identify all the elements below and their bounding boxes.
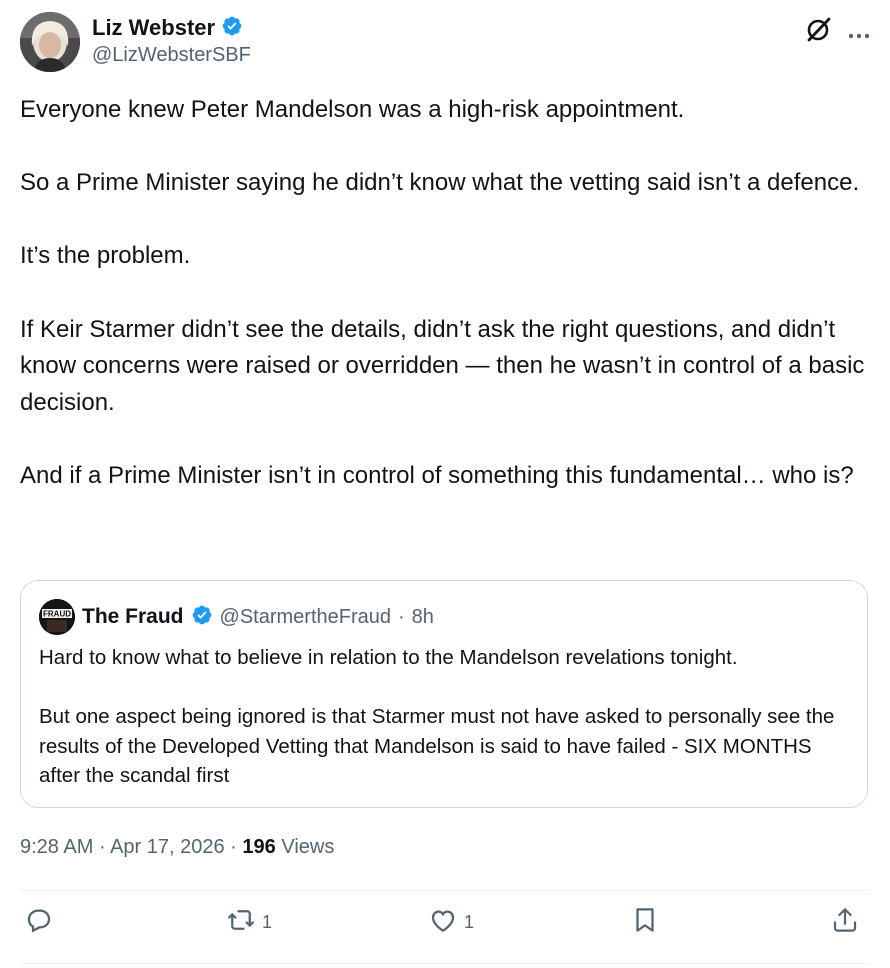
tweet-paragraph: So a Prime Minister saying he didn’t kno…: [20, 169, 860, 197]
like-count: 1: [464, 912, 475, 932]
quoted-author-name[interactable]: The Fraud: [82, 605, 184, 629]
views-count: 196: [242, 836, 276, 858]
quoted-author-avatar[interactable]: FRAUD: [39, 599, 75, 635]
meta-separator: ·: [98, 836, 106, 858]
tweet-paragraph: It’s the problem.: [20, 242, 191, 270]
retweet-count: 1: [262, 912, 273, 932]
more-icon[interactable]: [848, 22, 870, 42]
quoted-paragraph: Hard to know what to believe in relation…: [39, 646, 738, 669]
share-icon: [830, 905, 860, 940]
reply-icon: [24, 905, 54, 940]
tweet-time[interactable]: 9:28 AM: [20, 836, 93, 858]
tweet-paragraph: Everyone knew Peter Mandelson was a high…: [20, 96, 685, 123]
tweet-meta: 9:28 AM · Apr 17, 2026 · 196 Views: [20, 836, 334, 859]
author-name[interactable]: Liz Webster: [92, 15, 215, 41]
quoted-separator: ·: [398, 605, 405, 628]
meta-separator: ·: [230, 836, 237, 858]
author-info: Liz Webster @LizWebsterSBF: [92, 14, 251, 67]
bookmark-icon: [630, 905, 660, 940]
grok-icon[interactable]: [804, 14, 834, 49]
views-label: Views: [281, 836, 335, 858]
retweet-icon: [226, 905, 256, 940]
quoted-timestamp[interactable]: 8h: [412, 606, 434, 629]
tweet-paragraph: If Keir Starmer didn’t see the details, …: [20, 315, 865, 416]
heart-icon: [428, 905, 458, 940]
tweet-paragraph: And if a Prime Minister isn’t in control…: [20, 461, 854, 489]
share-button[interactable]: [830, 905, 866, 940]
divider: [20, 963, 870, 964]
quoted-paragraph: But one aspect being ignored is that Sta…: [39, 705, 835, 787]
tweet-text: Everyone knew Peter Mandelson was a high…: [20, 92, 870, 495]
tweet-header: Liz Webster @LizWebsterSBF: [20, 12, 870, 76]
action-bar: 1 1: [20, 905, 870, 953]
verified-badge-icon: [221, 15, 243, 42]
quoted-avatar-text: FRAUD: [43, 610, 71, 619]
quoted-tweet-header: FRAUD The Fraud @StarmertheFraud · 8h: [39, 599, 434, 635]
quoted-verified-badge-icon: [191, 604, 213, 631]
header-actions: [804, 14, 870, 49]
divider: [20, 890, 870, 891]
quoted-tweet-text: Hard to know what to believe in relation…: [39, 643, 849, 791]
tweet-date[interactable]: Apr 17, 2026: [110, 836, 225, 858]
author-avatar[interactable]: [20, 12, 80, 72]
quoted-author-handle[interactable]: @StarmertheFraud: [220, 606, 391, 629]
author-handle[interactable]: @LizWebsterSBF: [92, 44, 251, 67]
retweet-button[interactable]: 1: [226, 905, 272, 940]
reply-button[interactable]: [24, 905, 60, 940]
bookmark-button[interactable]: [630, 905, 666, 940]
like-button[interactable]: 1: [428, 905, 474, 940]
quoted-tweet[interactable]: FRAUD The Fraud @StarmertheFraud · 8h Ha…: [20, 580, 868, 808]
